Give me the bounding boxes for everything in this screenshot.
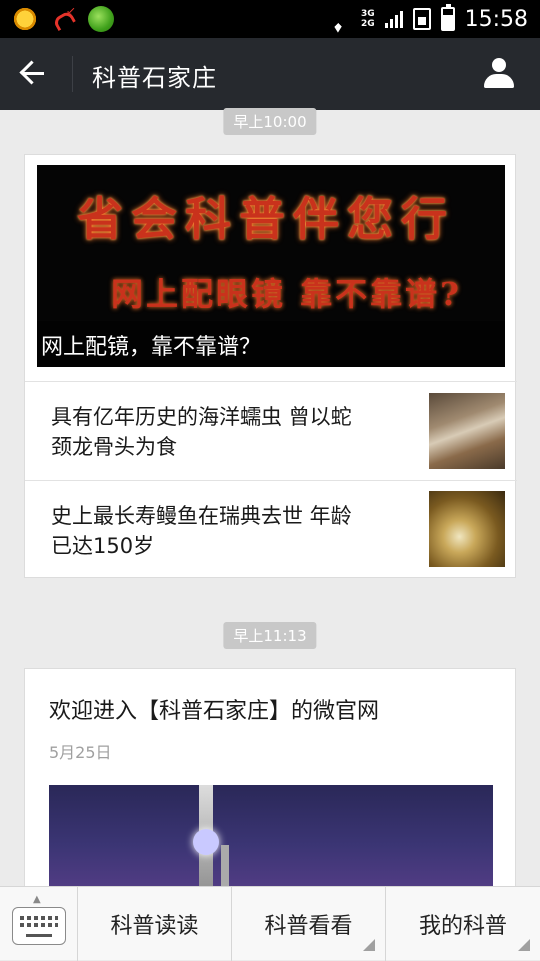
signal-icon [384,10,403,28]
keyboard-icon [12,907,66,945]
sim-icon [412,8,431,30]
menu-item-watch[interactable]: 科普看看 [232,887,386,961]
list-item[interactable]: 具有亿年历史的海洋蠕虫 曾以蛇 颈龙骨头为食 [25,381,517,480]
list-item[interactable]: 史上最长寿鳗鱼在瑞典去世 年龄 已达150岁 [25,480,517,579]
article-date: 5月25日 [49,743,112,762]
article-thumbnail [429,393,505,469]
missed-call-icon [50,4,76,32]
wifi-icon [325,9,351,29]
chat-header: 科普石家庄 [0,38,540,110]
page-title: 科普石家庄 [92,64,217,92]
keyboard-toggle-button[interactable]: ▲ [0,887,78,961]
article-card: 省会科普伴您行 网上配眼镜 靠不靠谱? 网上配镜，靠不靠谱？ 具有亿年历史的海洋… [24,154,517,579]
menu-label: 我的科普 [418,914,507,939]
article-title: 具有亿年历史的海洋蠕虫 曾以蛇 颈龙骨头为食 [51,405,352,459]
network-type: 3G 2G [360,9,375,29]
arrow-left-icon[interactable] [18,58,52,90]
submenu-indicator-icon [363,939,375,951]
cover-article[interactable]: 省会科普伴您行 网上配眼镜 靠不靠谱? 网上配镜，靠不靠谱？ [37,165,505,367]
person-icon[interactable] [484,58,514,88]
menu-item-read[interactable]: 科普读读 [78,887,232,961]
bottom-menu: ▲ 科普读读 科普看看 我的科普 [0,886,540,961]
menu-item-mine[interactable]: 我的科普 [386,887,540,961]
menu-label: 科普看看 [264,914,353,939]
battery-icon [440,4,455,31]
status-time: 15:58 [464,6,528,32]
header-divider [72,56,73,92]
cover-article-title: 网上配镜，靠不靠谱？ [37,321,505,367]
banner-subheadline: 网上配眼镜 靠不靠谱? [111,275,462,313]
article-thumbnail [429,491,505,567]
banner-headline: 省会科普伴您行 [77,192,455,246]
submenu-indicator-icon [518,939,530,951]
article-title: 欢迎进入【科普石家庄】的微官网 [49,699,380,724]
caret-up-icon: ▲ [33,894,41,905]
menu-label: 科普读读 [110,914,199,939]
sun-icon [12,6,38,32]
article-title: 史上最长寿鳗鱼在瑞典去世 年龄 已达150岁 [51,504,352,558]
app-ball-icon [88,6,114,32]
message-timestamp: 早上10:00 [223,108,317,135]
status-bar: 3G 2G 15:58 [0,0,540,38]
message-timestamp: 早上11:13 [223,622,317,649]
